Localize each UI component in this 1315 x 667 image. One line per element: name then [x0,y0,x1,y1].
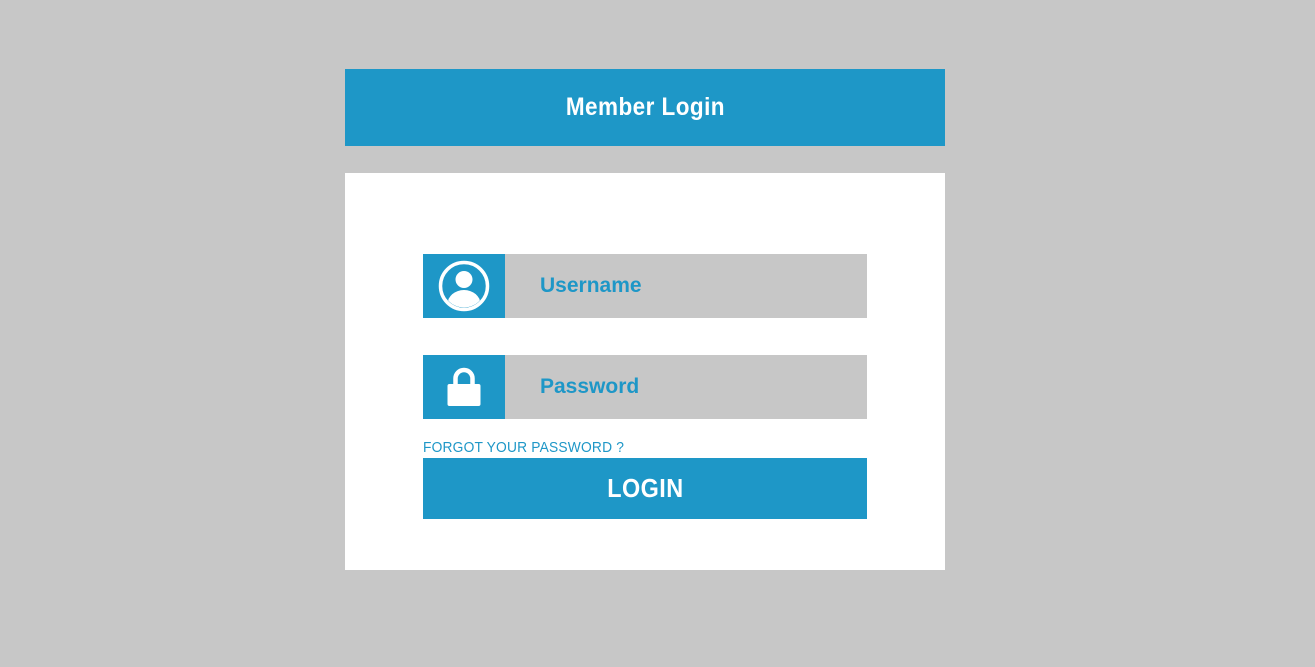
username-input[interactable] [505,254,867,318]
username-field-group [423,254,867,318]
lock-icon [423,355,505,419]
login-button-label: LOGIN [606,473,684,503]
login-panel: FORGOT YOUR PASSWORD ? LOGIN [345,173,945,570]
user-circle-icon-graphic [438,260,490,312]
user-circle-icon [423,254,505,318]
login-header: Member Login [345,69,945,146]
page-title: Member Login [565,93,725,121]
forgot-password-link[interactable]: FORGOT YOUR PASSWORD ? [423,439,624,456]
password-input[interactable] [505,355,867,419]
lock-icon-graphic [447,367,481,406]
password-field-group [423,355,867,419]
login-button[interactable]: LOGIN [423,458,867,519]
